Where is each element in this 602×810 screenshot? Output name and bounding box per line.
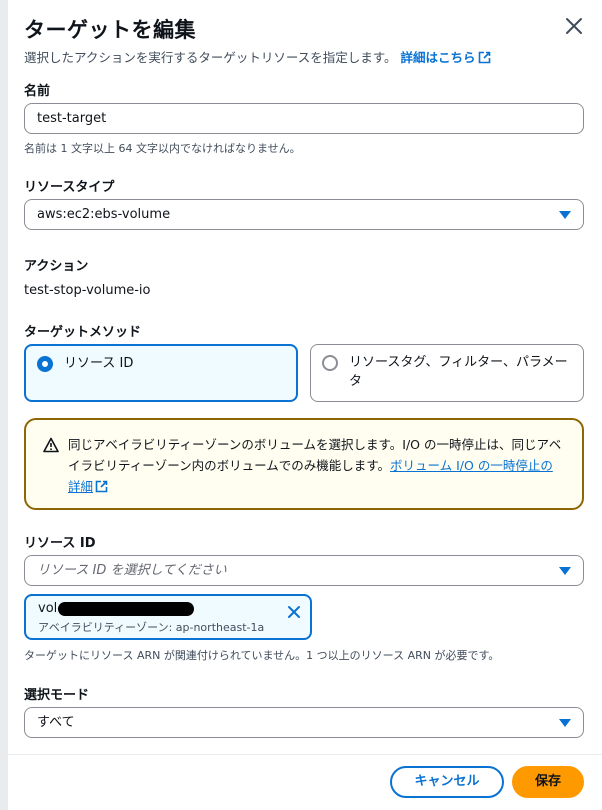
modal-description: 選択したアクションを実行するターゲットリソースを指定します。 詳細はこちら <box>24 47 491 67</box>
resource-type-select[interactable]: aws:ec2:ebs-volume <box>24 199 584 230</box>
resource-type-value: aws:ec2:ebs-volume <box>37 207 171 222</box>
target-method-label: ターゲットメソッド <box>24 325 142 340</box>
target-method-option-resource-id[interactable]: リソース ID <box>24 344 298 402</box>
resource-id-placeholder: リソース ID を選択してください <box>37 563 227 578</box>
selection-mode-label: 選択モード <box>24 688 90 703</box>
footer-divider <box>8 754 602 755</box>
action-value: test-stop-volume-io <box>24 283 151 298</box>
edit-target-modal: ターゲットを編集 選択したアクションを実行するターゲットリソースを指定します。詳… <box>8 0 602 810</box>
caret-down-icon <box>559 719 571 727</box>
resource-id-hint: ターゲットにリソース ARN が関連付けられていません。1 つ以上のリソース A… <box>24 649 500 662</box>
cancel-button[interactable]: キャンセル <box>390 766 504 798</box>
option-label: リソース ID <box>64 356 134 371</box>
name-hint: 名前は 1 文字以上 64 文字以内でなければなりません。 <box>24 142 301 155</box>
external-link-icon <box>95 478 108 499</box>
name-input[interactable]: test-target <box>24 103 584 134</box>
warning-alert: 同じアベイラビリティーゾーンのボリュームを選択します。I/O の一時停止は、同じ… <box>24 418 584 510</box>
description-text: 選択したアクションを実行するターゲットリソースを指定します。 <box>24 50 397 65</box>
selection-mode-value: すべて <box>37 715 75 730</box>
save-button[interactable]: 保存 <box>512 766 584 798</box>
external-link-icon <box>478 51 491 67</box>
warning-icon <box>43 437 59 459</box>
resource-id-label: リソース ID <box>24 536 96 551</box>
resource-type-label: リソースタイプ <box>24 180 115 195</box>
redacted-text <box>57 601 194 616</box>
remove-token-icon[interactable] <box>287 604 301 618</box>
token-sublabel: アベイラビリティーゾーン: ap-northeast-1a <box>38 621 265 634</box>
name-label: 名前 <box>24 84 51 99</box>
modal-title: ターゲットを編集 <box>24 18 196 42</box>
selected-resource-token: vol- アベイラビリティーゾーン: ap-northeast-1a <box>24 594 312 640</box>
target-method-option-tags[interactable]: リソースタグ、フィルター、パラメータ <box>310 344 584 402</box>
action-label: アクション <box>24 259 89 274</box>
caret-down-icon <box>559 567 571 575</box>
background-overlay <box>0 0 8 810</box>
radio-selected-icon <box>37 356 53 372</box>
resource-id-select[interactable]: リソース ID を選択してください <box>24 555 584 586</box>
close-icon[interactable] <box>562 14 586 38</box>
option-label: リソースタグ、フィルター、パラメータ <box>349 355 568 389</box>
caret-down-icon <box>559 211 571 219</box>
radio-unselected-icon <box>322 355 338 371</box>
learn-more-link[interactable]: 詳細はこちら <box>401 50 491 65</box>
selection-mode-select[interactable]: すべて <box>24 707 584 738</box>
